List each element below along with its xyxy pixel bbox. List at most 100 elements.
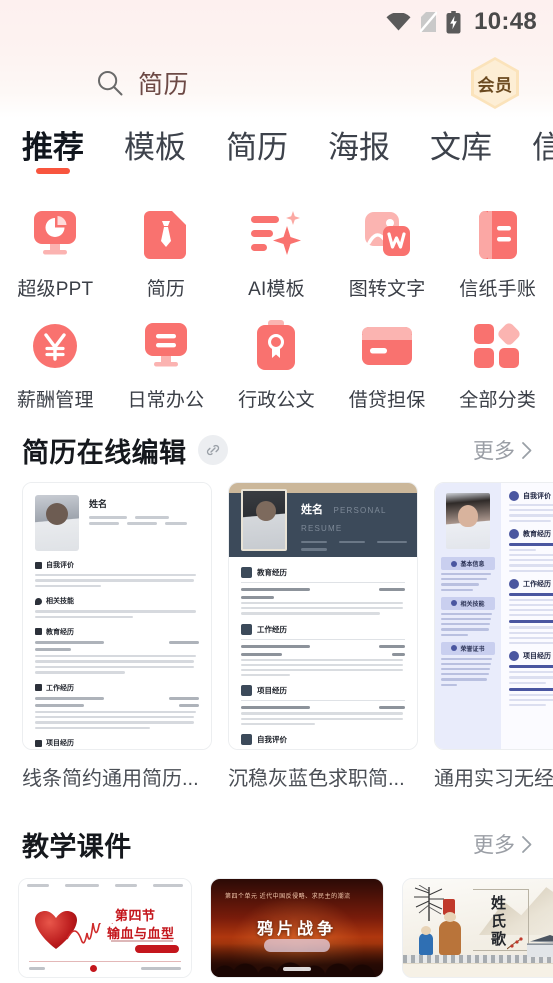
- grid-item-image-to-text[interactable]: 图转文字: [332, 206, 443, 301]
- grid-item-salary-management[interactable]: 薪酬管理: [0, 317, 111, 412]
- mini-resume-preview: 姓名 自我评价 相关技能 教育经历 工作经历 项目经历: [23, 483, 211, 749]
- mini-resume-contact-meta: [301, 548, 407, 551]
- tab-library[interactable]: 文库: [430, 126, 492, 170]
- tab-label: 推荐: [22, 130, 84, 165]
- resume-card-caption: 沉稳灰蓝色求职简...: [228, 768, 405, 790]
- section-header-resume-online-edit: 简历在线编辑 更多: [0, 424, 553, 476]
- notebook-icon: [469, 206, 527, 264]
- more-button-resume[interactable]: 更多: [473, 435, 533, 465]
- resume-thumbnail-navy-header[interactable]: 姓名 PERSONAL RESUME 教育经历 工作经历 项目经历 自我评价: [228, 482, 418, 750]
- mini-resume-main: 自我评价 教育经历 工作经历 项目经历: [501, 483, 553, 749]
- mini-resume-section: 项目经历: [509, 651, 553, 707]
- more-label: 更多: [473, 834, 515, 857]
- status-clock: 10:48: [474, 8, 537, 35]
- courseware-card[interactable]: 姓氏歌: [402, 878, 553, 978]
- mini-resume-name: 姓名: [89, 499, 108, 509]
- grid-item-super-ppt[interactable]: 超级PPT: [0, 206, 111, 301]
- tab-templates[interactable]: 模板: [124, 126, 186, 170]
- all-categories-icon: [469, 317, 527, 375]
- ppt-slide-preview: 姓氏歌: [403, 879, 553, 977]
- tab-label: 文库: [430, 130, 492, 165]
- category-tabs[interactable]: 推荐 模板 简历 海报 文库 信纸: [0, 126, 553, 192]
- mini-resume-preview: 基本信息 相关技能 荣誉证书 自我评价 教育经历 工作经历 项目经历: [435, 483, 553, 749]
- mini-section-title-band: 相关技能: [441, 596, 495, 610]
- courseware-thumbnail-blood[interactable]: 第四节 输血与血型: [18, 878, 192, 978]
- resume-card[interactable]: 姓名 PERSONAL RESUME 教育经历 工作经历 项目经历 自我评价 沉…: [228, 482, 418, 791]
- grid-item-official-document[interactable]: 行政公文: [221, 317, 332, 412]
- grid-item-resume[interactable]: 简历: [111, 206, 222, 301]
- section-title: 教学课件: [22, 831, 132, 862]
- grid-item-loan-guarantee[interactable]: 借贷担保: [332, 317, 443, 412]
- tab-letterpaper[interactable]: 信纸: [532, 126, 553, 170]
- mini-resume-sidebar: 基本信息 相关技能 荣誉证书: [435, 483, 501, 749]
- mini-resume-section: 工作经历: [241, 623, 405, 677]
- mini-resume-section: 项目经历: [35, 738, 199, 749]
- courseware-card[interactable]: 第四个单元 近代中国反侵略、求民主的潮流 鸦片战争: [210, 878, 384, 978]
- resume-thumbnail-lines-white[interactable]: 姓名 自我评价 相关技能 教育经历 工作经历 项目经历: [22, 482, 212, 750]
- section-marker: [509, 528, 519, 539]
- monitor-doc-icon: [137, 317, 195, 375]
- section-marker: [241, 685, 252, 697]
- mini-section-title: 基本信息: [460, 562, 485, 568]
- mini-resume-section: 自我评价: [241, 733, 405, 749]
- section-marker: [35, 684, 42, 692]
- mini-resume-section: 工作经历: [35, 683, 199, 730]
- mini-section-title-band: 基本信息: [441, 557, 495, 570]
- resume-thumbnail-lavender-sidebar[interactable]: 基本信息 相关技能 荣誉证书 自我评价 教育经历 工作经历 项目经历: [434, 482, 553, 750]
- link-icon[interactable]: [198, 435, 229, 465]
- scholar-figure: [439, 912, 461, 955]
- ppt-slide-preview: 第四个单元 近代中国反侵略、求民主的潮流 鸦片战争: [211, 879, 383, 977]
- tab-recommend[interactable]: 推荐: [22, 126, 84, 174]
- mini-resume-section: 教育经历: [509, 528, 553, 572]
- search-icon: [96, 69, 124, 97]
- section-title: 简历在线编辑: [22, 437, 187, 468]
- mini-resume-section: 教育经历: [35, 627, 199, 674]
- resume-card[interactable]: 姓名 自我评价 相关技能 教育经历 工作经历 项目经历 线条简约通用简历...: [22, 482, 212, 791]
- vip-badge-button[interactable]: 会员: [471, 57, 519, 109]
- courseware-thumbnail-opium-war[interactable]: 第四个单元 近代中国反侵略、求民主的潮流 鸦片战争: [210, 878, 384, 978]
- grid-item-label: 信纸手账: [459, 279, 537, 300]
- mini-section-title: 教育经历: [46, 628, 74, 636]
- section-marker: [509, 491, 519, 501]
- courseware-card[interactable]: 第四节 输血与血型: [18, 878, 192, 978]
- ppt-title: 鸦片战争: [256, 921, 337, 938]
- mini-resume-header: 姓名 PERSONAL RESUME: [229, 489, 417, 557]
- ppt-title-line1: 第四节: [115, 908, 156, 923]
- tab-poster[interactable]: 海报: [328, 126, 390, 170]
- mini-section-title: 教育经历: [523, 530, 551, 538]
- grid-item-all-categories[interactable]: 全部分类: [442, 317, 553, 412]
- avatar: [241, 489, 287, 551]
- grid-item-label: 日常办公: [127, 390, 205, 411]
- tab-label: 简历: [226, 130, 288, 165]
- mini-section-title: 工作经历: [523, 580, 551, 588]
- mini-resume-name: 姓名: [301, 503, 323, 516]
- wifi-icon: [386, 13, 411, 31]
- mini-section-title: 自我评价: [523, 493, 551, 500]
- mini-resume-section: 教育经历: [241, 567, 405, 615]
- mini-resume-section: 自我评价: [35, 560, 199, 588]
- mini-section-title: 自我评价: [257, 734, 287, 744]
- section-marker: [241, 567, 252, 578]
- grid-item-letterpaper-journal[interactable]: 信纸手账: [442, 206, 553, 301]
- mini-resume-section: 自我评价: [509, 491, 553, 522]
- credit-card-icon: [358, 317, 416, 375]
- avatar: [35, 495, 79, 551]
- ppt-subtitle: 第四个单元 近代中国反侵略、求民主的潮流: [225, 894, 351, 900]
- more-button-courseware[interactable]: 更多: [473, 829, 533, 859]
- section-marker: [241, 733, 252, 745]
- mini-section-title: 自我评价: [46, 562, 74, 569]
- grid-item-daily-office[interactable]: 日常办公: [111, 317, 222, 412]
- courseware-cards-row[interactable]: 第四节 输血与血型 第四个单元 近代中国反侵略、求民主的潮流 鸦片战争 姓氏歌: [0, 878, 553, 978]
- vip-label: 会员: [477, 75, 513, 95]
- no-sim-icon: [420, 11, 438, 33]
- resume-card[interactable]: 基本信息 相关技能 荣誉证书 自我评价 教育经历 工作经历 项目经历 通用实习无…: [434, 482, 553, 791]
- courseware-thumbnail-surname-song[interactable]: 姓氏歌: [402, 878, 553, 978]
- plum-branch-icon: [507, 937, 523, 950]
- resume-cards-row[interactable]: 姓名 自我评价 相关技能 教育经历 工作经历 项目经历 线条简约通用简历... …: [0, 482, 553, 791]
- mini-section-title: 相关技能: [460, 601, 485, 608]
- section-marker: [509, 578, 519, 589]
- tab-resume[interactable]: 简历: [226, 126, 288, 170]
- grid-item-ai-template[interactable]: AI模板: [221, 206, 332, 301]
- mini-section-title: 工作经历: [46, 684, 74, 692]
- search-input[interactable]: 简历: [96, 65, 189, 101]
